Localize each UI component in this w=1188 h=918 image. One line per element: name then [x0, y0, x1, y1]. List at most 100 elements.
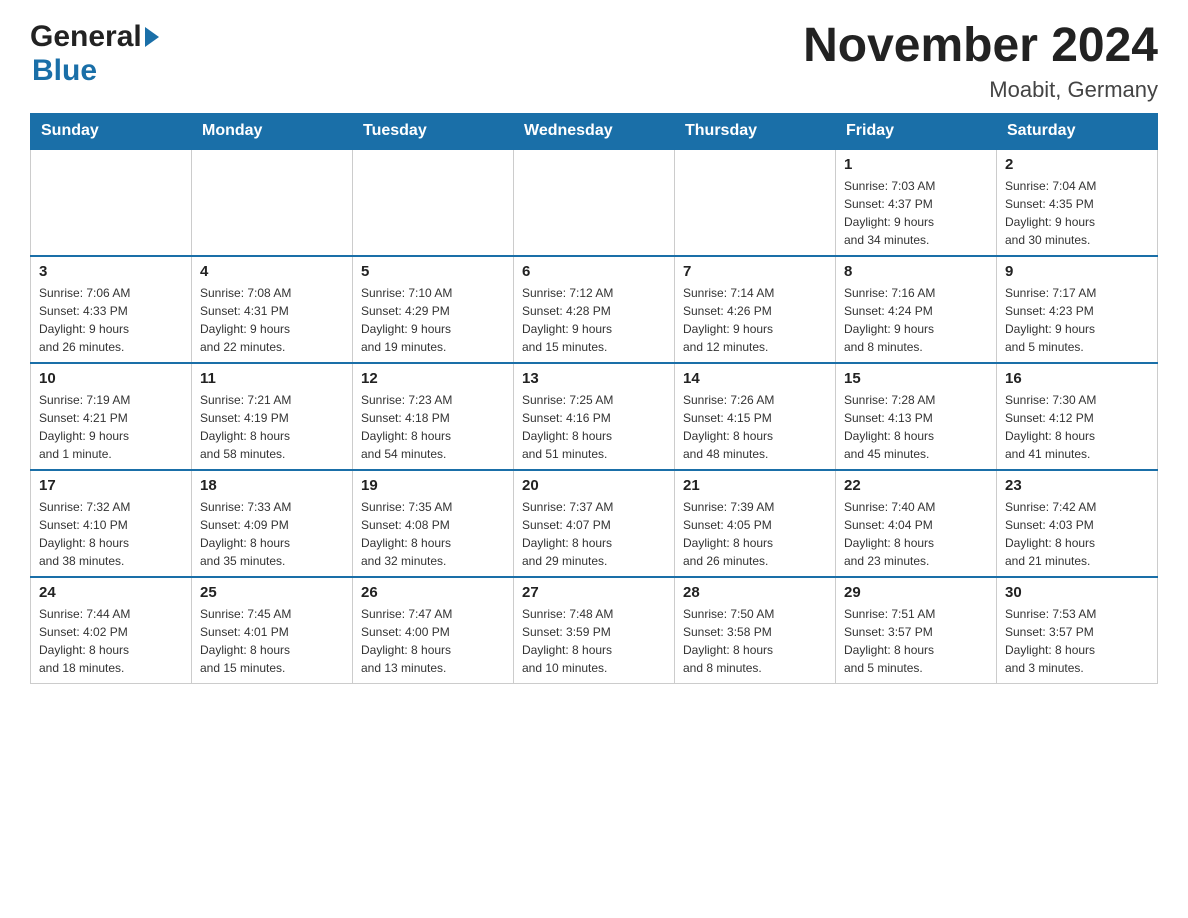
day-number: 20 [522, 477, 666, 494]
calendar-cell: 11 Sunrise: 7:21 AMSunset: 4:19 PMDayligh… [192, 363, 353, 470]
calendar-cell: 3Sunrise: 7:06 AMSunset: 4:33 PMDaylight… [31, 256, 192, 363]
calendar-title: November 2024 [803, 20, 1158, 73]
calendar-cell: 8 Sunrise: 7:16 AMSunset: 4:24 PMDaylight… [836, 256, 997, 363]
day-info: Sunrise: 7:28 AMSunset: 4:13 PMDaylight:… [844, 391, 988, 463]
day-number: 8 [844, 263, 988, 280]
day-info: Sunrise: 7:12 AMSunset: 4:28 PMDaylight:… [522, 284, 666, 356]
weekday-header-tuesday: Tuesday [353, 113, 514, 149]
calendar-cell: 17 Sunrise: 7:32 AMSunset: 4:10 PMDayligh… [31, 470, 192, 577]
day-number: 26 [361, 584, 505, 601]
calendar-cell: 25 Sunrise: 7:45 AMSunset: 4:01 PMDayligh… [192, 577, 353, 684]
day-number: 17 [39, 477, 183, 494]
calendar-cell: 2 Sunrise: 7:04 AMSunset: 4:35 PMDaylight… [997, 149, 1158, 256]
day-number: 30 [1005, 584, 1149, 601]
day-number: 15 [844, 370, 988, 387]
day-info: Sunrise: 7:53 AMSunset: 3:57 PMDaylight:… [1005, 605, 1149, 677]
calendar-cell [353, 149, 514, 256]
day-number: 12 [361, 370, 505, 387]
day-info: Sunrise: 7:06 AMSunset: 4:33 PMDaylight:… [39, 284, 183, 356]
logo-blue-text: Blue [32, 54, 97, 87]
day-info: Sunrise: 7:32 AMSunset: 4:10 PMDaylight:… [39, 498, 183, 570]
weekday-header-wednesday: Wednesday [514, 113, 675, 149]
calendar-cell: 24 Sunrise: 7:44 AMSunset: 4:02 PMDayligh… [31, 577, 192, 684]
calendar-cell: 28 Sunrise: 7:50 AMSunset: 3:58 PMDayligh… [675, 577, 836, 684]
day-info: Sunrise: 7:33 AMSunset: 4:09 PMDaylight:… [200, 498, 344, 570]
day-number: 19 [361, 477, 505, 494]
calendar-cell: 29Sunrise: 7:51 AMSunset: 3:57 PMDayligh… [836, 577, 997, 684]
day-info: Sunrise: 7:47 AMSunset: 4:00 PMDaylight:… [361, 605, 505, 677]
day-number: 2 [1005, 156, 1149, 173]
day-info: Sunrise: 7:40 AMSunset: 4:04 PMDaylight:… [844, 498, 988, 570]
day-info: Sunrise: 7:17 AMSunset: 4:23 PMDaylight:… [1005, 284, 1149, 356]
calendar-cell [31, 149, 192, 256]
calendar-cell: 4Sunrise: 7:08 AMSunset: 4:31 PMDaylight… [192, 256, 353, 363]
weekday-header-monday: Monday [192, 113, 353, 149]
day-number: 9 [1005, 263, 1149, 280]
logo: General Blue [30, 20, 159, 88]
weekday-header-thursday: Thursday [675, 113, 836, 149]
day-number: 28 [683, 584, 827, 601]
calendar-cell: 30 Sunrise: 7:53 AMSunset: 3:57 PMDayligh… [997, 577, 1158, 684]
day-number: 24 [39, 584, 183, 601]
day-info: Sunrise: 7:50 AMSunset: 3:58 PMDaylight:… [683, 605, 827, 677]
week-row-4: 17 Sunrise: 7:32 AMSunset: 4:10 PMDayligh… [31, 470, 1158, 577]
calendar-cell: 18 Sunrise: 7:33 AMSunset: 4:09 PMDayligh… [192, 470, 353, 577]
day-info: Sunrise: 7:51 AMSunset: 3:57 PMDaylight:… [844, 605, 988, 677]
calendar-cell [675, 149, 836, 256]
day-info: Sunrise: 7:48 AMSunset: 3:59 PMDaylight:… [522, 605, 666, 677]
calendar-cell [192, 149, 353, 256]
day-number: 25 [200, 584, 344, 601]
calendar-cell: 14Sunrise: 7:26 AMSunset: 4:15 PMDayligh… [675, 363, 836, 470]
day-info: Sunrise: 7:39 AMSunset: 4:05 PMDaylight:… [683, 498, 827, 570]
week-row-5: 24 Sunrise: 7:44 AMSunset: 4:02 PMDayligh… [31, 577, 1158, 684]
week-row-2: 3Sunrise: 7:06 AMSunset: 4:33 PMDaylight… [31, 256, 1158, 363]
day-info: Sunrise: 7:23 AMSunset: 4:18 PMDaylight:… [361, 391, 505, 463]
calendar-cell: 16 Sunrise: 7:30 AMSunset: 4:12 PMDayligh… [997, 363, 1158, 470]
calendar-cell [514, 149, 675, 256]
day-info: Sunrise: 7:30 AMSunset: 4:12 PMDaylight:… [1005, 391, 1149, 463]
day-number: 16 [1005, 370, 1149, 387]
calendar-cell: 21 Sunrise: 7:39 AMSunset: 4:05 PMDayligh… [675, 470, 836, 577]
day-number: 27 [522, 584, 666, 601]
day-number: 10 [39, 370, 183, 387]
day-number: 4 [200, 263, 344, 280]
calendar-cell: 20 Sunrise: 7:37 AMSunset: 4:07 PMDayligh… [514, 470, 675, 577]
day-info: Sunrise: 7:16 AMSunset: 4:24 PMDaylight:… [844, 284, 988, 356]
calendar-cell: 9 Sunrise: 7:17 AMSunset: 4:23 PMDaylight… [997, 256, 1158, 363]
weekday-header-friday: Friday [836, 113, 997, 149]
calendar-cell: 22 Sunrise: 7:40 AMSunset: 4:04 PMDayligh… [836, 470, 997, 577]
week-row-1: 1Sunrise: 7:03 AMSunset: 4:37 PMDaylight… [31, 149, 1158, 256]
title-section: November 2024 Moabit, Germany [803, 20, 1158, 103]
day-number: 1 [844, 156, 988, 173]
calendar-cell: 12 Sunrise: 7:23 AMSunset: 4:18 PMDayligh… [353, 363, 514, 470]
weekday-header-sunday: Sunday [31, 113, 192, 149]
calendar-cell: 10Sunrise: 7:19 AMSunset: 4:21 PMDayligh… [31, 363, 192, 470]
day-info: Sunrise: 7:25 AMSunset: 4:16 PMDaylight:… [522, 391, 666, 463]
week-row-3: 10Sunrise: 7:19 AMSunset: 4:21 PMDayligh… [31, 363, 1158, 470]
day-info: Sunrise: 7:35 AMSunset: 4:08 PMDaylight:… [361, 498, 505, 570]
day-info: Sunrise: 7:37 AMSunset: 4:07 PMDaylight:… [522, 498, 666, 570]
day-info: Sunrise: 7:44 AMSunset: 4:02 PMDaylight:… [39, 605, 183, 677]
calendar-cell: 7Sunrise: 7:14 AMSunset: 4:26 PMDaylight… [675, 256, 836, 363]
day-number: 22 [844, 477, 988, 494]
day-info: Sunrise: 7:42 AMSunset: 4:03 PMDaylight:… [1005, 498, 1149, 570]
day-number: 5 [361, 263, 505, 280]
day-info: Sunrise: 7:04 AMSunset: 4:35 PMDaylight:… [1005, 177, 1149, 249]
page-header: General Blue November 2024 Moabit, Germa… [30, 20, 1158, 103]
day-number: 21 [683, 477, 827, 494]
day-info: Sunrise: 7:21 AMSunset: 4:19 PMDaylight:… [200, 391, 344, 463]
day-number: 23 [1005, 477, 1149, 494]
calendar-cell: 6 Sunrise: 7:12 AMSunset: 4:28 PMDaylight… [514, 256, 675, 363]
calendar-cell: 5Sunrise: 7:10 AMSunset: 4:29 PMDaylight… [353, 256, 514, 363]
day-number: 11 [200, 370, 344, 387]
calendar-cell: 15 Sunrise: 7:28 AMSunset: 4:13 PMDayligh… [836, 363, 997, 470]
calendar-cell: 19 Sunrise: 7:35 AMSunset: 4:08 PMDayligh… [353, 470, 514, 577]
calendar-cell: 13Sunrise: 7:25 AMSunset: 4:16 PMDayligh… [514, 363, 675, 470]
calendar-cell: 23 Sunrise: 7:42 AMSunset: 4:03 PMDayligh… [997, 470, 1158, 577]
day-number: 18 [200, 477, 344, 494]
calendar-table: SundayMondayTuesdayWednesdayThursdayFrid… [30, 113, 1158, 684]
day-info: Sunrise: 7:45 AMSunset: 4:01 PMDaylight:… [200, 605, 344, 677]
logo-triangle-icon [145, 27, 159, 47]
day-number: 6 [522, 263, 666, 280]
weekday-header-saturday: Saturday [997, 113, 1158, 149]
